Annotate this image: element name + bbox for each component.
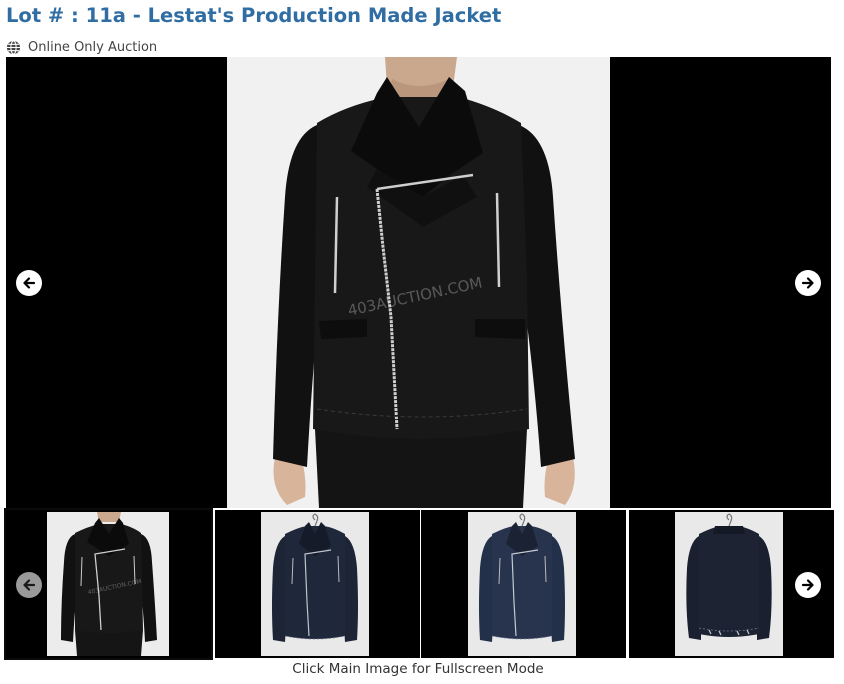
thumbnail-1[interactable]: 403AUCTION.COM — [4, 508, 213, 660]
thumbnail-strip: 403AUCTION.COM — [4, 508, 834, 660]
auction-type-label: Online Only Auction — [28, 39, 158, 55]
thumbnail-2[interactable] — [215, 510, 420, 658]
arrow-left-icon — [23, 277, 36, 289]
globe-icon — [6, 39, 21, 55]
thumbnail-prev-button[interactable] — [16, 572, 42, 598]
arrow-right-icon — [801, 277, 814, 289]
arrow-right-icon — [801, 579, 814, 591]
fullscreen-hint: Click Main Image for Fullscreen Mode — [292, 661, 544, 677]
lot-title: Lot # : 11a - Lestat's Production Made J… — [6, 4, 502, 27]
thumbnail-4-image — [675, 512, 783, 656]
thumbnail-3[interactable] — [421, 510, 626, 658]
main-prev-button[interactable] — [16, 270, 42, 296]
main-image[interactable]: 403AUCTION.COM — [227, 57, 610, 508]
main-image-viewer: 403AUCTION.COM — [6, 57, 831, 508]
thumbnail-3-image — [468, 512, 576, 656]
auction-type: Online Only Auction — [6, 38, 157, 56]
thumbnail-4[interactable] — [629, 510, 834, 658]
thumbnail-next-button[interactable] — [795, 572, 821, 598]
thumbnail-2-image — [261, 512, 369, 656]
arrow-left-icon — [23, 579, 36, 591]
thumbnail-1-image: 403AUCTION.COM — [47, 512, 169, 656]
main-next-button[interactable] — [795, 270, 821, 296]
